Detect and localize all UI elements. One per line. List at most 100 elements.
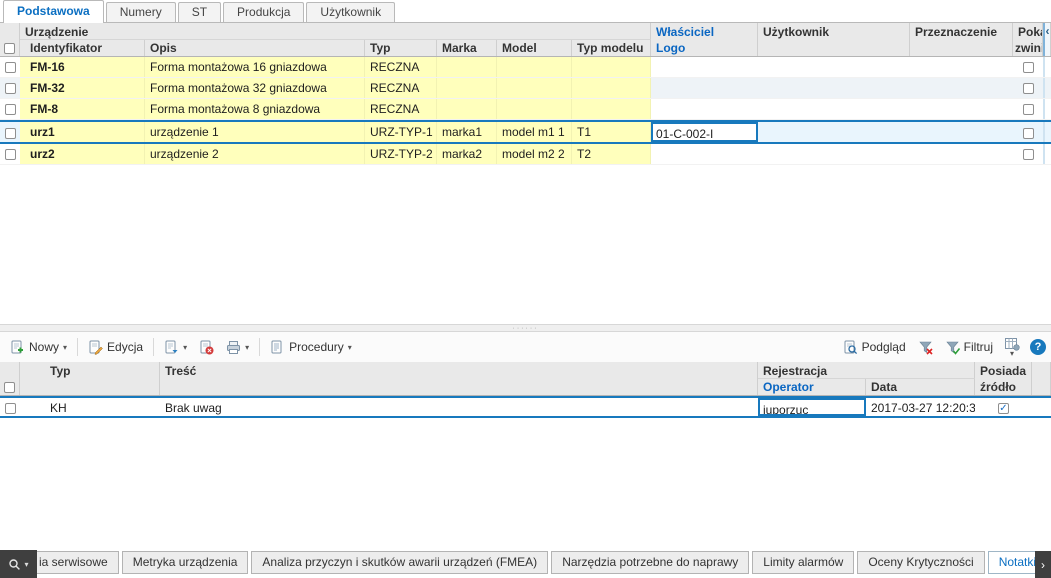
column-typ-modelu[interactable]: Typ modelu: [572, 40, 651, 56]
new-icon: [10, 340, 25, 355]
notes-grid-header: Typ Treść Rejestracja Posiada Operator D…: [0, 362, 1051, 396]
tab-numery[interactable]: Numery: [105, 2, 176, 22]
column-marka[interactable]: Marka: [437, 40, 497, 56]
scroll-edge: [1043, 99, 1051, 119]
column-typ-sub: [20, 379, 160, 395]
bottom-tab-limity[interactable]: Limity alarmów: [752, 551, 855, 574]
preview-icon: [843, 340, 858, 355]
cell-uzytkownik: [758, 122, 910, 142]
column-zrodlo[interactable]: źródło: [975, 379, 1032, 395]
cell-data: 2017-03-27 12:20:30: [871, 401, 975, 415]
bottom-tab-fmea[interactable]: Analiza przyczyn i skutków awarii urządz…: [251, 551, 549, 574]
toolbar-separator: [77, 338, 79, 356]
procedures-button[interactable]: Procedury ▾: [265, 337, 357, 358]
cell-uzytkownik: [758, 57, 910, 77]
bottom-tab-metryka[interactable]: Metryka urządzenia: [121, 551, 249, 574]
row-checkbox[interactable]: [4, 148, 16, 160]
column-logo[interactable]: Logo: [651, 40, 758, 56]
cell-model: model m2 2: [497, 144, 572, 164]
row-filler: [1032, 398, 1051, 416]
cell-opis: Forma montażowa 16 gniazdowa: [145, 57, 365, 77]
row-checkbox-cell: [0, 398, 20, 416]
collapse-checkbox[interactable]: [1022, 82, 1034, 94]
column-typ[interactable]: Typ: [365, 40, 437, 56]
cell-logo-selected[interactable]: 01-C-002-I: [651, 122, 758, 142]
row-checkbox-cell: [0, 144, 20, 164]
devices-grid: Urządzenie Właściciel Użytkownik Przezna…: [0, 23, 1051, 165]
column-operator[interactable]: Operator: [758, 379, 866, 395]
print-button[interactable]: ▾: [221, 337, 254, 358]
grid-settings-button[interactable]: ▾: [1000, 336, 1024, 359]
column-posiada[interactable]: Posiada: [975, 362, 1032, 379]
column-zwiniete[interactable]: zwinięte: [1013, 40, 1043, 56]
cell-marka: marka1: [437, 122, 497, 142]
filter-button[interactable]: Filtruj: [940, 337, 998, 358]
scroll-right-icon: ›: [1041, 557, 1045, 572]
document-actions-button[interactable]: ▾: [159, 337, 192, 358]
scroll-left-icon[interactable]: ‹: [1043, 23, 1051, 40]
column-tresc-sub: [160, 379, 758, 395]
cell-opis: urządzenie 2: [145, 144, 365, 164]
column-wlasciciel[interactable]: Właściciel: [651, 23, 758, 40]
note-row-selected[interactable]: KH Brak uwag juporzuc 2017-03-27 12:20:3…: [0, 396, 1051, 418]
column-uzytkownik[interactable]: Użytkownik: [758, 23, 910, 40]
device-row[interactable]: FM-8 Forma montażowa 8 gniazdowa RECZNA: [0, 99, 1051, 120]
horizontal-splitter[interactable]: ······: [0, 324, 1051, 332]
print-icon: [226, 340, 241, 355]
bottom-tab-serwisowe[interactable]: ia serwisowe: [37, 551, 119, 574]
device-row[interactable]: FM-32 Forma montażowa 32 gniazdowa RECZN…: [0, 78, 1051, 99]
column-opis[interactable]: Opis: [145, 40, 365, 56]
bottom-tab-narzedzia[interactable]: Narzędzia potrzebne do naprawy: [551, 551, 750, 574]
preview-button[interactable]: Podgląd: [838, 337, 911, 358]
help-icon[interactable]: ?: [1030, 339, 1046, 355]
cell-identyfikator: FM-32: [20, 78, 145, 98]
row-checkbox[interactable]: [4, 103, 16, 115]
cell-opis: Forma montażowa 8 gniazdowa: [145, 99, 365, 119]
tab-produkcja[interactable]: Produkcja: [223, 2, 305, 22]
source-checkbox-cell: ✓: [975, 398, 1032, 416]
column-group-urzadzenie[interactable]: Urządzenie: [20, 23, 651, 40]
device-row[interactable]: FM-16 Forma montażowa 16 gniazdowa RECZN…: [0, 57, 1051, 78]
column-pokaz[interactable]: Pokaż: [1013, 23, 1043, 40]
column-typ[interactable]: Typ: [20, 362, 160, 379]
collapse-checkbox[interactable]: [1022, 103, 1034, 115]
delete-button[interactable]: [194, 337, 219, 358]
chevron-down-icon[interactable]: ▾: [1010, 349, 1014, 358]
bottom-tab-oceny[interactable]: Oceny Krytyczności: [857, 551, 985, 574]
column-model[interactable]: Model: [497, 40, 572, 56]
select-all-checkbox[interactable]: [4, 381, 15, 393]
scroll-edge: [1043, 57, 1051, 77]
tab-podstawowa[interactable]: Podstawowa: [3, 0, 104, 23]
edit-button[interactable]: Edycja: [83, 337, 148, 358]
column-identyfikator[interactable]: Identyfikator: [20, 40, 145, 56]
tab-uzytkownik[interactable]: Użytkownik: [306, 2, 396, 22]
row-checkbox[interactable]: [4, 82, 16, 94]
source-checkbox-checked[interactable]: ✓: [998, 403, 1009, 414]
row-checkbox[interactable]: [4, 403, 16, 414]
column-data[interactable]: Data: [866, 379, 975, 395]
column-przeznaczenie[interactable]: Przeznaczenie: [910, 23, 1013, 40]
header-filler: [1032, 379, 1051, 395]
column-tresc[interactable]: Treść: [160, 362, 758, 379]
column-group-rejestracja[interactable]: Rejestracja: [758, 362, 975, 379]
chevron-down-icon: ▾: [245, 342, 250, 352]
device-row[interactable]: urz2 urządzenie 2 URZ-TYP-2 marka2 model…: [0, 144, 1051, 165]
tab-st[interactable]: ST: [177, 2, 222, 22]
bottom-tabs-scroll-right[interactable]: ›: [1035, 551, 1051, 578]
new-button[interactable]: Nowy ▾: [5, 337, 72, 358]
bottom-tab-notatki[interactable]: Notatki: [987, 551, 1035, 574]
select-all-checkbox[interactable]: [4, 42, 15, 54]
collapse-checkbox[interactable]: [1022, 128, 1034, 139]
clear-filter-button[interactable]: [913, 337, 938, 358]
collapse-checkbox[interactable]: [1022, 61, 1034, 73]
cell-logo: [651, 144, 758, 164]
device-row-selected[interactable]: urz1 urządzenie 1 URZ-TYP-1 marka1 model…: [0, 120, 1051, 144]
bottom-tab-bar: ia serwisowe Metryka urządzenia Analiza …: [37, 551, 1035, 574]
cell-operator-selected[interactable]: juporzuc: [758, 398, 866, 416]
cell-przeznaczenie: [910, 144, 1013, 164]
collapse-checkbox[interactable]: [1022, 148, 1034, 160]
row-checkbox[interactable]: [4, 61, 16, 73]
row-checkbox[interactable]: [4, 128, 16, 139]
collapse-checkbox-cell: [1013, 122, 1043, 142]
bottom-search-box[interactable]: ▾: [0, 550, 37, 578]
